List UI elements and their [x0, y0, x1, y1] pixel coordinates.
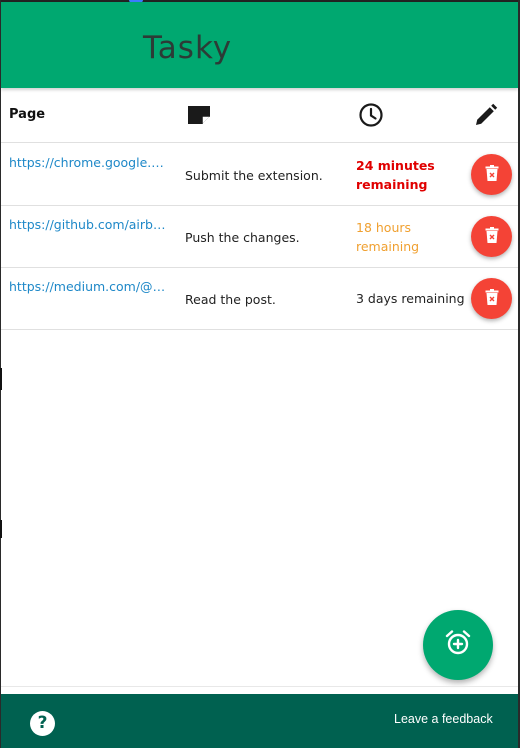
table-row: https://chrome.google.com/webstore/devco… — [1, 143, 518, 206]
task-note: Submit the extension. — [185, 168, 323, 183]
app-window: Tasky Page https://chrome.google.com/ — [0, 0, 520, 748]
task-url-link[interactable]: https://github.com/airbnb/javascript — [9, 217, 169, 232]
footer-divider — [1, 686, 518, 687]
note-icon — [185, 101, 213, 129]
table-row: https://medium.com/@ui-design Read the p… — [1, 267, 518, 330]
time-remaining-line2: remaining — [356, 177, 428, 192]
help-button[interactable]: ? — [30, 711, 55, 736]
help-icon: ? — [37, 713, 48, 733]
time-remaining: 18 hours remaining — [356, 218, 466, 256]
window-edge-mark — [0, 368, 2, 390]
leave-feedback-link[interactable]: Leave a feedback — [394, 712, 493, 726]
table-header: Page — [1, 89, 518, 143]
time-remaining-line1: 3 days remaining — [356, 291, 465, 306]
trash-icon — [485, 164, 499, 185]
app-title: Tasky — [143, 30, 233, 66]
trash-icon — [485, 288, 499, 309]
time-remaining: 3 days remaining — [356, 289, 466, 308]
app-footer: ? Leave a feedback — [1, 694, 518, 748]
column-header-page: Page — [9, 107, 46, 122]
table-row: https://github.com/airbnb/javascript Pus… — [1, 205, 518, 268]
alarm-add-icon — [444, 629, 472, 661]
delete-task-button[interactable] — [471, 154, 512, 195]
app-header: Tasky — [1, 2, 518, 88]
task-url-link[interactable]: https://chrome.google.com/webstore/devco… — [9, 155, 169, 170]
time-remaining-line1: 24 minutes — [356, 158, 435, 173]
window-edge-mark — [0, 520, 2, 538]
time-remaining: 24 minutes remaining — [356, 156, 466, 194]
task-url-link[interactable]: https://medium.com/@ui-design — [9, 279, 169, 294]
time-remaining-line1: 18 hours — [356, 220, 412, 235]
time-remaining-line2: remaining — [356, 239, 420, 254]
trash-icon — [485, 226, 499, 247]
clock-icon — [357, 101, 385, 129]
add-reminder-button[interactable] — [423, 610, 493, 680]
delete-task-button[interactable] — [471, 216, 512, 257]
task-note: Push the changes. — [185, 230, 300, 245]
delete-task-button[interactable] — [471, 278, 512, 319]
task-note: Read the post. — [185, 292, 276, 307]
pencil-icon — [472, 101, 500, 129]
